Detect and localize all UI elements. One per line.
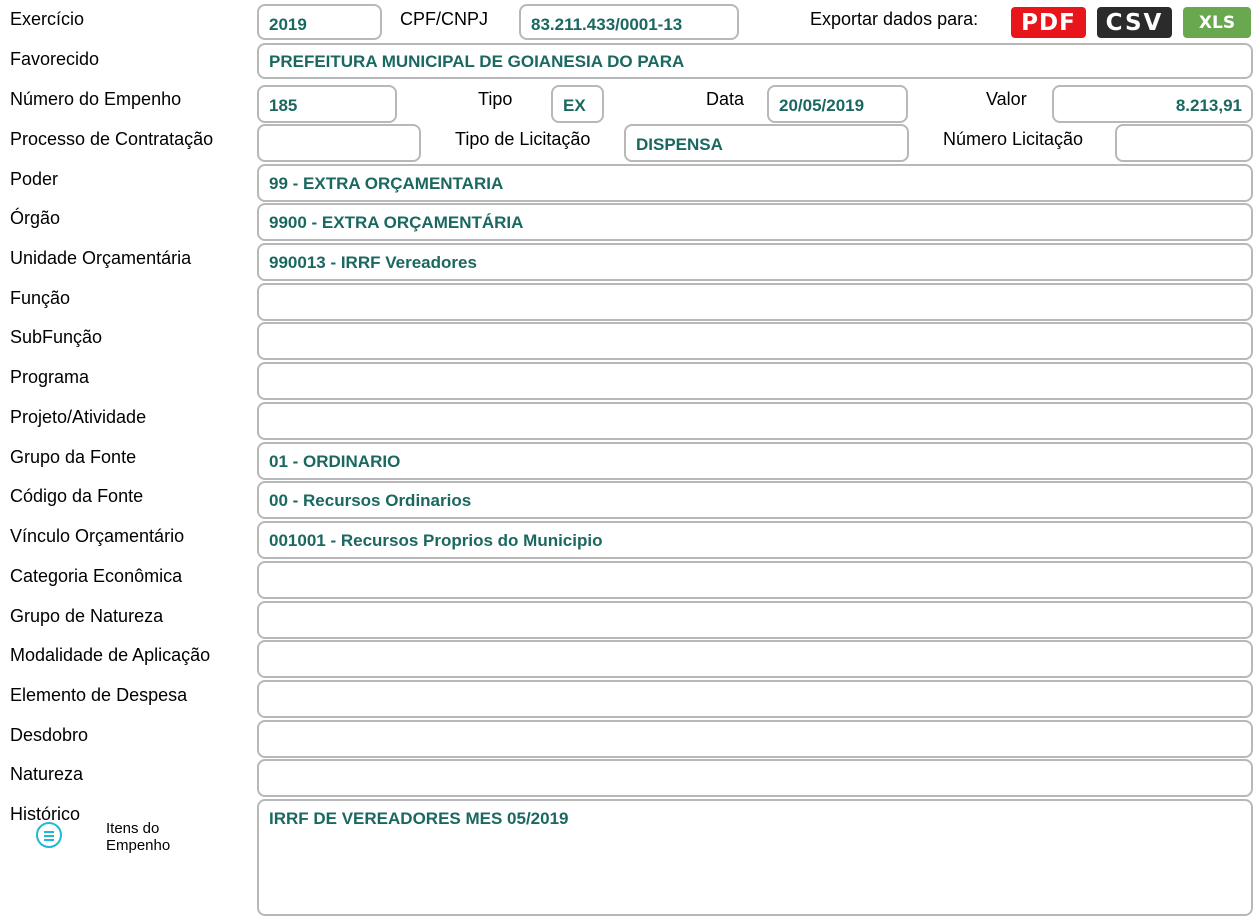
- field-numero-empenho: 185: [257, 85, 397, 123]
- field-valor: 8.213,91: [1052, 85, 1253, 123]
- itens-empenho-line2: Empenho: [106, 837, 171, 854]
- label-historico: Histórico: [10, 804, 81, 824]
- export-label: Exportar dados para:: [810, 9, 979, 29]
- value-vinculo: 001001 - Recursos Proprios do Municipio: [269, 531, 603, 550]
- field-numero-licitacao: [1115, 124, 1253, 162]
- field-codigo-fonte: 00 - Recursos Ordinarios: [257, 481, 1253, 519]
- label-codigo-fonte: Código da Fonte: [10, 486, 144, 506]
- label-favorecido: Favorecido: [10, 49, 100, 69]
- field-desdobro: [257, 720, 1253, 758]
- label-grupo-fonte: Grupo da Fonte: [10, 447, 137, 467]
- label-programa: Programa: [10, 367, 90, 387]
- value-orgao: 9900 - EXTRA ORÇAMENTÁRIA: [269, 213, 524, 232]
- label-projeto: Projeto/Atividade: [10, 407, 147, 427]
- field-projeto: [257, 402, 1253, 440]
- field-favorecido: PREFEITURA MUNICIPAL DE GOIANESIA DO PAR…: [257, 43, 1253, 79]
- label-tipo: Tipo: [478, 89, 513, 109]
- export-csv-button[interactable]: CSV: [1097, 7, 1172, 38]
- label-modalidade: Modalidade de Aplicação: [10, 645, 211, 665]
- itens-empenho-link[interactable]: Itens do Empenho: [106, 820, 170, 854]
- label-orgao: Órgão: [10, 208, 61, 228]
- field-tipo: EX: [551, 85, 604, 123]
- label-exercicio: Exercício: [10, 9, 85, 29]
- itens-empenho-line1: Itens do: [106, 820, 160, 837]
- field-vinculo: 001001 - Recursos Proprios do Municipio: [257, 521, 1253, 559]
- value-codigo-fonte: 00 - Recursos Ordinarios: [269, 491, 472, 510]
- value-grupo-fonte: 01 - ORDINARIO: [269, 452, 401, 471]
- value-data: 20/05/2019: [779, 96, 865, 115]
- field-grupo-fonte: 01 - ORDINARIO: [257, 442, 1253, 480]
- field-cpf: 83.211.433/0001-13: [519, 4, 739, 40]
- value-cpf: 83.211.433/0001-13: [531, 15, 683, 34]
- label-categoria: Categoria Econômica: [10, 566, 183, 586]
- label-poder: Poder: [10, 169, 59, 189]
- export-pdf-button[interactable]: PDF: [1011, 7, 1086, 38]
- field-grupo-natureza: [257, 601, 1253, 639]
- value-historico: IRRF DE VEREADORES MES 05/2019: [269, 809, 569, 828]
- value-numero-empenho: 185: [269, 96, 298, 115]
- value-exercicio: 2019: [269, 15, 307, 34]
- label-cpf: CPF/CNPJ: [400, 9, 489, 29]
- field-programa: [257, 362, 1253, 400]
- field-modalidade: [257, 640, 1253, 678]
- field-elemento: [257, 680, 1253, 718]
- field-processo: [257, 124, 421, 162]
- label-tipo-licitacao: Tipo de Licitação: [455, 129, 591, 149]
- field-exercicio: 2019: [257, 4, 382, 40]
- label-funcao: Função: [10, 288, 71, 308]
- label-desdobro: Desdobro: [10, 725, 89, 745]
- field-natureza: [257, 759, 1253, 797]
- label-vinculo: Vínculo Orçamentário: [10, 526, 185, 546]
- label-elemento: Elemento de Despesa: [10, 685, 188, 705]
- value-tipo: EX: [563, 96, 586, 115]
- label-valor: Valor: [986, 89, 1027, 109]
- field-historico: IRRF DE VEREADORES MES 05/2019: [257, 799, 1253, 916]
- value-poder: 99 - EXTRA ORÇAMENTARIA: [269, 174, 504, 193]
- label-processo: Processo de Contratação: [10, 129, 214, 149]
- label-numero-licitacao: Número Licitação: [943, 129, 1084, 149]
- label-unidade: Unidade Orçamentária: [10, 248, 192, 268]
- field-poder: 99 - EXTRA ORÇAMENTARIA: [257, 164, 1253, 202]
- value-favorecido: PREFEITURA MUNICIPAL DE GOIANESIA DO PAR…: [269, 52, 685, 71]
- field-unidade: 990013 - IRRF Vereadores: [257, 243, 1253, 281]
- field-funcao: [257, 283, 1253, 321]
- field-orgao: 9900 - EXTRA ORÇAMENTÁRIA: [257, 203, 1253, 241]
- list-icon[interactable]: [36, 822, 62, 848]
- field-data: 20/05/2019: [767, 85, 908, 123]
- label-numero-empenho: Número do Empenho: [10, 89, 182, 109]
- field-tipo-licitacao: DISPENSA: [624, 124, 909, 162]
- label-natureza: Natureza: [10, 764, 84, 784]
- label-data: Data: [706, 89, 745, 109]
- field-subfuncao: [257, 322, 1253, 360]
- export-xls-button[interactable]: XLS: [1183, 7, 1251, 38]
- field-categoria: [257, 561, 1253, 599]
- label-grupo-natureza: Grupo de Natureza: [10, 606, 164, 626]
- value-unidade: 990013 - IRRF Vereadores: [269, 253, 477, 272]
- value-valor: 8.213,91: [1175, 96, 1242, 115]
- value-tipo-licitacao: DISPENSA: [636, 135, 723, 154]
- label-subfuncao: SubFunção: [10, 327, 103, 347]
